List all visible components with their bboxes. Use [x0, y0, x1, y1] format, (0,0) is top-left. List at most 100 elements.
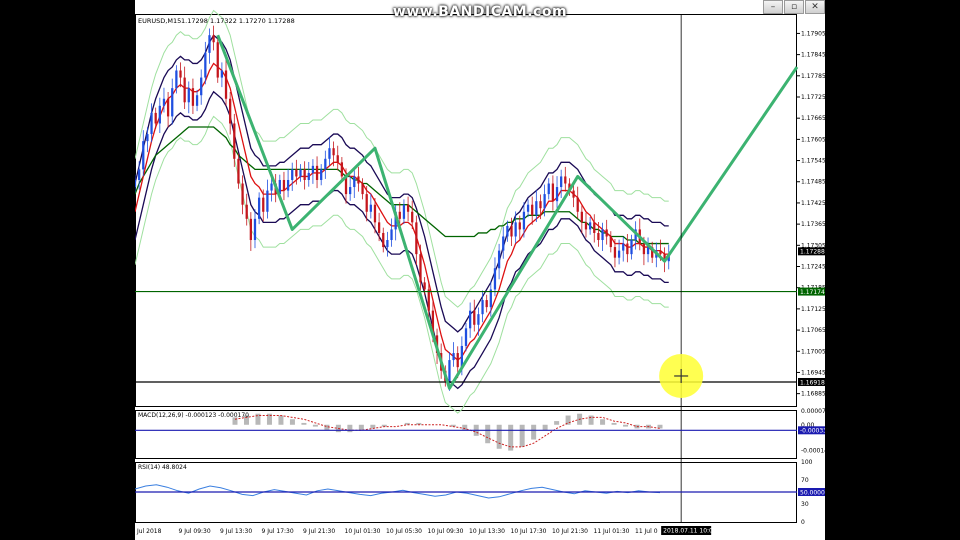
candle-body: [171, 88, 174, 117]
candle-body: [324, 158, 327, 170]
minimize-button[interactable]: –: [763, 0, 783, 14]
x-axis-label: 10 Jul 21:30: [552, 528, 588, 535]
candle-body: [303, 169, 306, 180]
price-label-text: 1.17174: [800, 289, 825, 296]
macd-tick-label: -0.00014: [801, 448, 825, 455]
inner-upper-band: [135, 34, 669, 333]
restore-button[interactable]: ▫: [784, 0, 804, 14]
price-tick-label: 1.17665: [801, 115, 825, 122]
x-axis-label: 10 Jul 17:30: [511, 528, 547, 535]
candle-body: [485, 300, 488, 308]
fast-moving-average: [135, 62, 669, 361]
price-tick-label: 1.17785: [801, 73, 825, 80]
candle-body: [257, 197, 261, 219]
macd-tick-label: 0.000075: [801, 408, 825, 415]
candle-body: [613, 247, 617, 258]
trading-chart[interactable]: 1.17905 1.17845 1.17785 1.17725 1.17665 1.176…: [135, 0, 825, 540]
candle-body: [187, 88, 190, 103]
candle-body: [204, 52, 207, 78]
price-tick-label: 1.17245: [801, 264, 825, 271]
candle-body: [262, 197, 265, 212]
candle-body: [195, 95, 199, 106]
price-tick-label: 1.17065: [801, 327, 825, 334]
price-tick-label: 1.17125: [801, 306, 825, 313]
candle-body: [406, 204, 410, 212]
candle-body: [539, 201, 542, 209]
close-button[interactable]: ✕: [805, 0, 825, 14]
rsi-tick-label: 70: [801, 477, 809, 484]
candle-body: [464, 328, 468, 346]
price-tick-label: 1.17845: [801, 52, 825, 59]
candle-body: [282, 179, 286, 191]
candle-body: [398, 211, 401, 219]
candle-body: [224, 70, 228, 99]
candle-body: [233, 123, 236, 159]
candle-body: [642, 243, 646, 255]
candle-body: [584, 222, 588, 230]
x-axis-label: 10 Jul 05:30: [386, 528, 422, 535]
candle-body: [659, 250, 662, 255]
candle-body: [402, 204, 406, 219]
x-axis-label: 11 Jul 01:30: [594, 528, 630, 535]
chart-window[interactable]: 1.17905 1.17845 1.17785 1.17725 1.17665 1.176…: [135, 0, 825, 540]
candle-body: [506, 225, 509, 237]
candle-body: [415, 222, 418, 255]
candle-body: [497, 250, 501, 269]
candle-body: [311, 165, 315, 173]
candle-body: [150, 112, 153, 135]
candle-body: [386, 240, 389, 248]
macd-title: MACD(12,26,9) -0.000123 -0.000170: [138, 412, 249, 419]
candle-body: [200, 77, 203, 96]
candle-body: [526, 204, 530, 212]
candle-body: [572, 190, 575, 198]
candle-body: [427, 289, 430, 311]
candle-body: [382, 232, 385, 248]
x-axis-label: 10 Jul 09:30: [428, 528, 464, 535]
crosshair-time-label: 2018.07.11 10:00: [663, 528, 717, 535]
price-tick-label: 1.17725: [801, 94, 825, 101]
candle-body: [357, 176, 360, 184]
candle-body: [253, 218, 257, 241]
candle-body: [597, 232, 600, 241]
candle-body: [564, 176, 567, 184]
candle-body: [452, 353, 455, 361]
candle-body: [477, 314, 480, 325]
candle-body: [543, 194, 546, 209]
candle-body: [502, 236, 505, 251]
candle-body: [146, 134, 149, 142]
candle-body: [535, 201, 538, 216]
candle-body: [373, 204, 377, 223]
candle-body: [473, 310, 476, 325]
zigzag-projection-line: [216, 34, 799, 390]
candle-body: [551, 183, 555, 202]
candle-body: [175, 70, 178, 89]
candle-body: [162, 98, 166, 106]
candle-body: [448, 360, 451, 382]
x-axis-label: 9 Jul 13:30: [220, 528, 252, 535]
candle-body: [626, 243, 629, 255]
candle-body: [191, 88, 195, 106]
window-controls: – ▫ ✕: [762, 0, 825, 14]
candle-body: [307, 172, 310, 180]
candle-body: [419, 254, 422, 283]
outer-upper-band: [135, 9, 669, 308]
rsi-tick-label: 30: [801, 501, 809, 508]
price-label-text: 1.17288: [800, 249, 825, 256]
x-axis-label: Jul 2018: [136, 528, 162, 535]
price-label-text: 1.16918: [800, 379, 825, 386]
candle-body: [249, 218, 252, 241]
macd-signal-line: [234, 415, 661, 448]
x-axis-label: 9 Jul 21:30: [303, 528, 335, 535]
price-tick-label: 1.17905: [801, 30, 825, 37]
candle-body: [630, 240, 633, 255]
candle-body: [336, 155, 339, 163]
candle-body: [377, 222, 381, 233]
candle-body: [390, 229, 393, 241]
macd-level-text: -0.00033: [800, 428, 825, 435]
candle-body: [142, 141, 145, 170]
price-tick-label: 1.17605: [801, 136, 825, 143]
candle-body: [270, 183, 273, 191]
candle-body: [154, 112, 157, 124]
candle-body: [369, 204, 372, 212]
candle-body: [158, 105, 161, 124]
